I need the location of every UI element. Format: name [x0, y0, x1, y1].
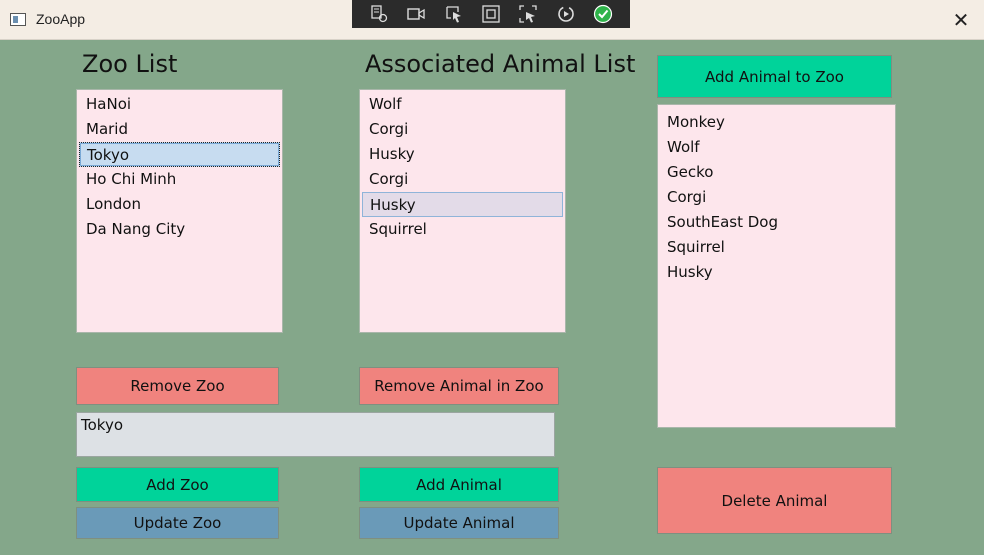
debug-toolbar — [352, 0, 630, 28]
associated-animal-item[interactable]: Squirrel — [362, 217, 563, 242]
display-layout-adorners-icon[interactable] — [481, 4, 501, 24]
zoo-list-item[interactable]: Marid — [79, 117, 280, 142]
add-animal-to-zoo-button[interactable]: Add Animal to Zoo — [657, 55, 892, 98]
animal-list-item[interactable]: Corgi — [660, 185, 893, 210]
animal-list-item[interactable]: Wolf — [660, 135, 893, 160]
associated-animal-item[interactable]: Corgi — [362, 117, 563, 142]
animal-list-item[interactable]: Gecko — [660, 160, 893, 185]
associated-animal-item[interactable]: Husky — [362, 142, 563, 167]
record-icon[interactable] — [406, 4, 426, 24]
track-focus-icon[interactable] — [518, 4, 538, 24]
zoo-list-item[interactable]: Da Nang City — [79, 217, 280, 242]
remove-animal-in-zoo-button[interactable]: Remove Animal in Zoo — [359, 367, 559, 405]
zoo-list-item[interactable]: HaNoi — [79, 92, 280, 117]
animal-list-item[interactable]: Squirrel — [660, 235, 893, 260]
name-input[interactable]: Tokyo — [76, 412, 555, 457]
binding-check-icon[interactable] — [593, 4, 613, 24]
close-button[interactable]: ✕ — [938, 4, 984, 36]
zoo-list-item-selected[interactable]: Tokyo — [79, 142, 280, 167]
hot-reload-icon[interactable] — [556, 4, 576, 24]
zoo-list-heading: Zoo List — [82, 50, 178, 78]
window-title: ZooApp — [36, 11, 86, 27]
animal-list-item[interactable]: SouthEast Dog — [660, 210, 893, 235]
update-animal-button[interactable]: Update Animal — [359, 507, 559, 539]
associated-animal-item[interactable]: Wolf — [362, 92, 563, 117]
add-zoo-button[interactable]: Add Zoo — [76, 467, 279, 502]
zoo-listbox[interactable]: HaNoi Marid Tokyo Ho Chi Minh London Da … — [76, 89, 283, 333]
add-animal-button[interactable]: Add Animal — [359, 467, 559, 502]
associated-animal-item[interactable]: Corgi — [362, 167, 563, 192]
zoo-list-item[interactable]: Ho Chi Minh — [79, 167, 280, 192]
update-zoo-button[interactable]: Update Zoo — [76, 507, 279, 539]
animal-list-item[interactable]: Monkey — [660, 110, 893, 135]
associated-animal-list-heading: Associated Animal List — [365, 50, 636, 78]
delete-animal-button[interactable]: Delete Animal — [657, 467, 892, 534]
zoo-list-item[interactable]: London — [79, 192, 280, 217]
associated-animal-listbox[interactable]: Wolf Corgi Husky Corgi Husky Squirrel — [359, 89, 566, 333]
app-window-icon — [10, 13, 26, 26]
all-animals-listbox[interactable]: Monkey Wolf Gecko Corgi SouthEast Dog Sq… — [657, 104, 896, 428]
select-element-icon[interactable] — [444, 4, 464, 24]
associated-animal-item-selected[interactable]: Husky — [362, 192, 563, 217]
remove-zoo-button[interactable]: Remove Zoo — [76, 367, 279, 405]
animal-list-item[interactable]: Husky — [660, 260, 893, 285]
live-visual-tree-icon[interactable] — [369, 4, 389, 24]
